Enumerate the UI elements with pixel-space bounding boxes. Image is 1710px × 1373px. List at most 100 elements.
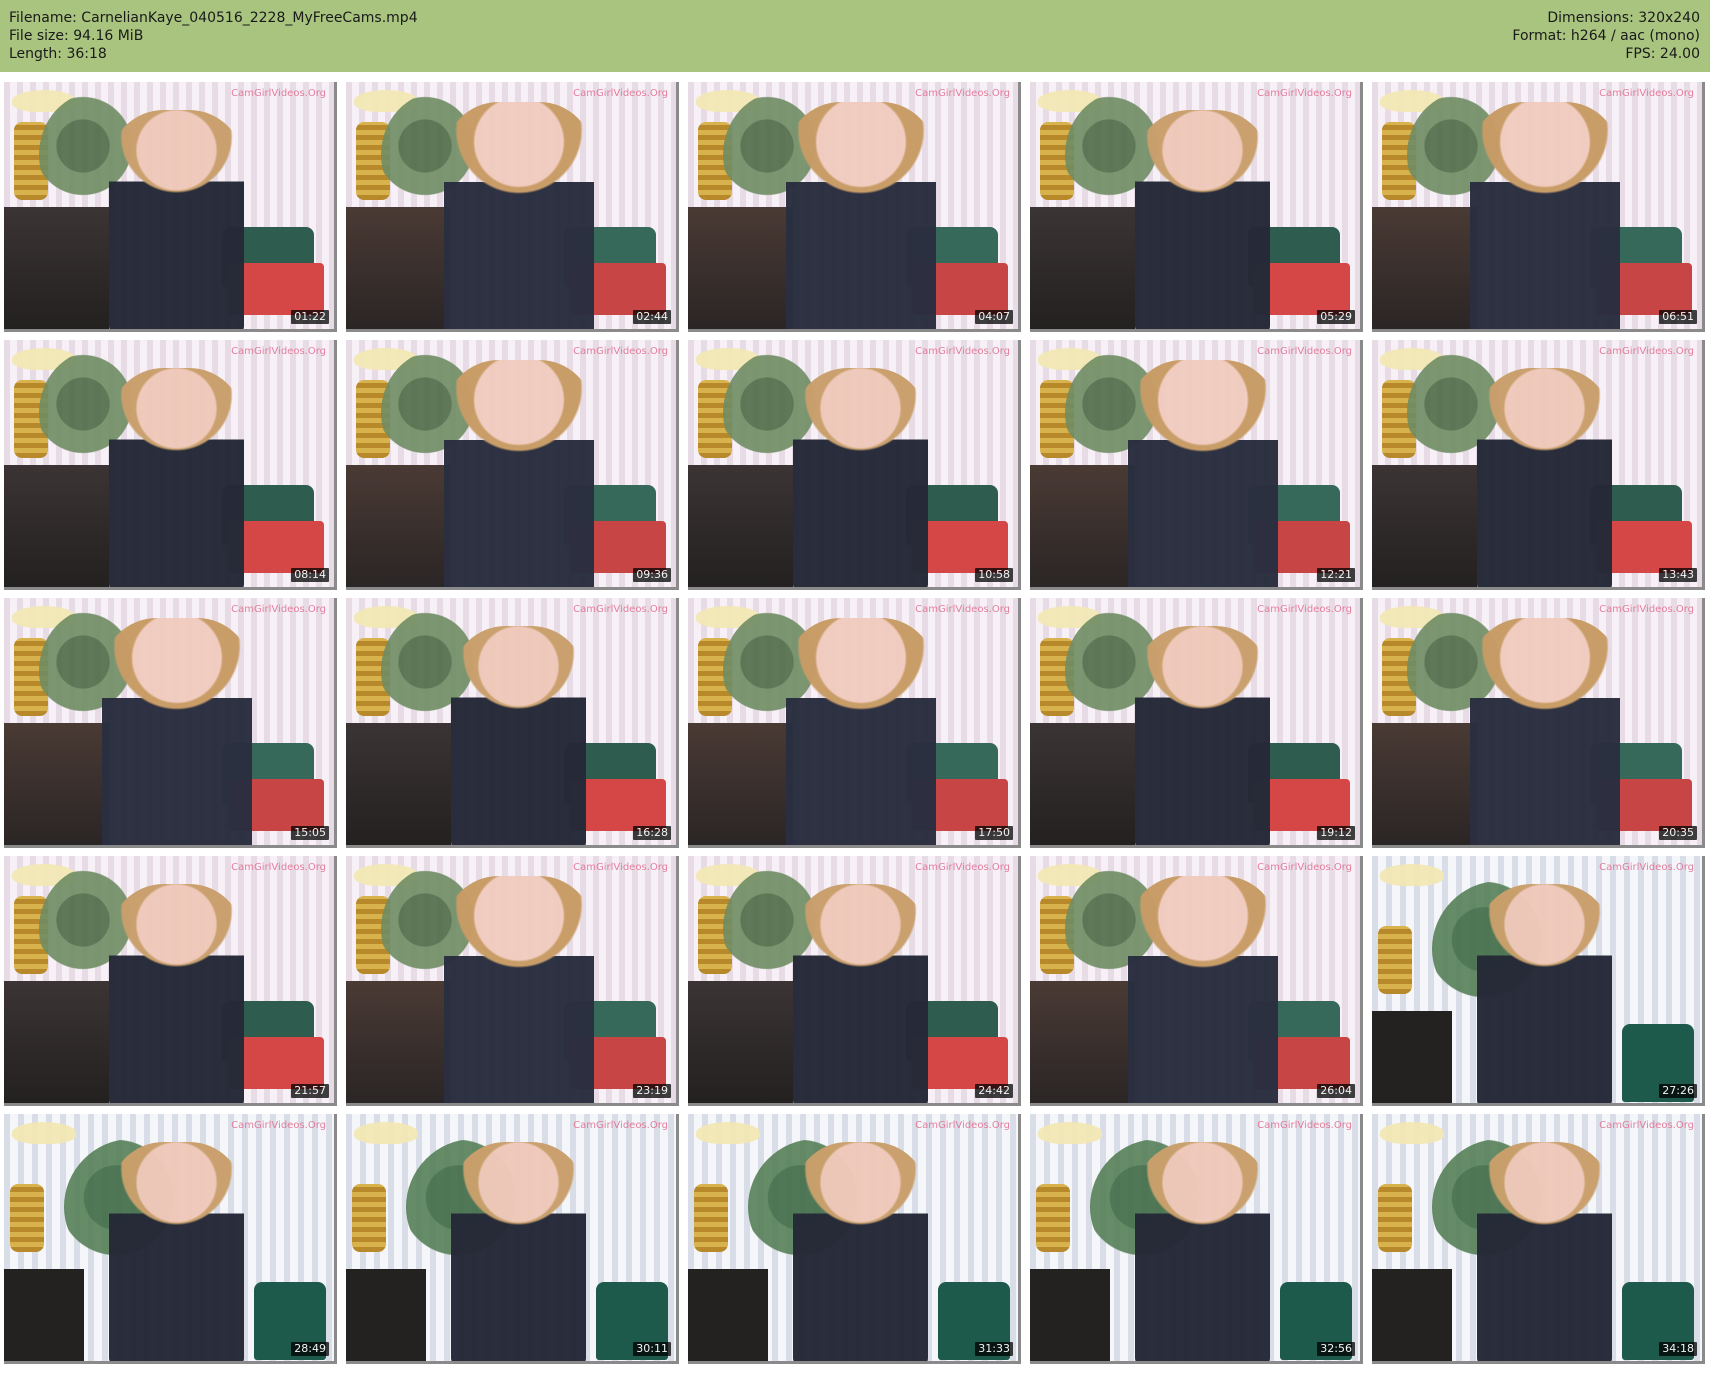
fps-text: FPS: 24.00 xyxy=(1625,46,1700,62)
thumbnail[interactable]: CamGirlVideos.Org 24:42 xyxy=(688,856,1021,1106)
thumbnail[interactable]: CamGirlVideos.Org 27:26 xyxy=(1372,856,1705,1106)
lamp-shape xyxy=(1380,864,1444,886)
timestamp-text: 24:42 xyxy=(975,1084,1013,1098)
thumbnail[interactable]: CamGirlVideos.Org 12:21 xyxy=(1030,340,1363,590)
watermark-text: CamGirlVideos.Org xyxy=(915,346,1010,357)
length-text: Length: 36:18 xyxy=(9,46,107,62)
thumbnail[interactable]: CamGirlVideos.Org 09:36 xyxy=(346,340,679,590)
lamp-shape xyxy=(1380,1122,1444,1144)
desk-shape xyxy=(4,723,109,845)
person-shape xyxy=(1477,1142,1612,1361)
desk-shape xyxy=(1030,723,1135,845)
info-header: Filename: CarnelianKaye_040516_2228_MyFr… xyxy=(0,0,1710,72)
person-shape xyxy=(451,1142,586,1361)
desk-shape xyxy=(346,207,451,329)
desk-shape xyxy=(688,1269,768,1361)
lantern-shape xyxy=(352,1184,386,1252)
thumbnail[interactable]: CamGirlVideos.Org 02:44 xyxy=(346,82,679,332)
filename-text: Filename: CarnelianKaye_040516_2228_MyFr… xyxy=(9,10,418,26)
thumbnail[interactable]: CamGirlVideos.Org 06:51 xyxy=(1372,82,1705,332)
thumbnail[interactable]: CamGirlVideos.Org 16:28 xyxy=(346,598,679,848)
desk-shape xyxy=(4,1269,84,1361)
watermark-text: CamGirlVideos.Org xyxy=(231,862,326,873)
watermark-text: CamGirlVideos.Org xyxy=(231,346,326,357)
lantern-shape xyxy=(694,1184,728,1252)
desk-shape xyxy=(346,465,451,587)
thumbnail[interactable]: CamGirlVideos.Org 28:49 xyxy=(4,1114,337,1364)
desk-shape xyxy=(4,207,109,329)
thumbnail[interactable]: CamGirlVideos.Org 20:35 xyxy=(1372,598,1705,848)
timestamp-text: 12:21 xyxy=(1317,568,1355,582)
thumbnail[interactable]: CamGirlVideos.Org 13:43 xyxy=(1372,340,1705,590)
timestamp-text: 21:57 xyxy=(291,1084,329,1098)
timestamp-text: 26:04 xyxy=(1317,1084,1355,1098)
timestamp-text: 15:05 xyxy=(291,826,329,840)
desk-shape xyxy=(1030,465,1135,587)
desk-shape xyxy=(688,465,793,587)
lantern-shape xyxy=(1378,926,1412,994)
watermark-text: CamGirlVideos.Org xyxy=(1257,1120,1352,1131)
thumbnail[interactable]: CamGirlVideos.Org 04:07 xyxy=(688,82,1021,332)
dimensions-text: Dimensions: 320x240 xyxy=(1547,10,1700,26)
file-meta-right: Dimensions: 320x240 Format: h264 / aac (… xyxy=(1512,9,1700,63)
desk-shape xyxy=(1372,465,1477,587)
desk-shape xyxy=(1030,207,1135,329)
timestamp-text: 34:18 xyxy=(1659,1342,1697,1356)
thumbnail[interactable]: CamGirlVideos.Org 21:57 xyxy=(4,856,337,1106)
person-shape xyxy=(1477,368,1612,587)
watermark-text: CamGirlVideos.Org xyxy=(1257,862,1352,873)
person-shape xyxy=(444,360,594,587)
watermark-text: CamGirlVideos.Org xyxy=(1257,88,1352,99)
person-shape xyxy=(444,876,594,1103)
desk-shape xyxy=(1372,1011,1452,1103)
person-shape xyxy=(109,884,244,1103)
thumbnail[interactable]: CamGirlVideos.Org 31:33 xyxy=(688,1114,1021,1364)
person-shape xyxy=(793,368,928,587)
desk-shape xyxy=(346,1269,426,1361)
timestamp-text: 04:07 xyxy=(975,310,1013,324)
thumbnail[interactable]: CamGirlVideos.Org 19:12 xyxy=(1030,598,1363,848)
timestamp-text: 08:14 xyxy=(291,568,329,582)
thumbnail[interactable]: CamGirlVideos.Org 15:05 xyxy=(4,598,337,848)
person-shape xyxy=(1128,360,1278,587)
desk-shape xyxy=(688,207,793,329)
person-shape xyxy=(1470,102,1620,329)
watermark-text: CamGirlVideos.Org xyxy=(573,88,668,99)
watermark-text: CamGirlVideos.Org xyxy=(1599,1120,1694,1131)
watermark-text: CamGirlVideos.Org xyxy=(1257,346,1352,357)
thumbnail[interactable]: CamGirlVideos.Org 30:11 xyxy=(346,1114,679,1364)
desk-shape xyxy=(1030,981,1135,1103)
thumbnail[interactable]: CamGirlVideos.Org 17:50 xyxy=(688,598,1021,848)
watermark-text: CamGirlVideos.Org xyxy=(573,862,668,873)
timestamp-text: 32:56 xyxy=(1317,1342,1355,1356)
timestamp-text: 23:19 xyxy=(633,1084,671,1098)
thumbnail[interactable]: CamGirlVideos.Org 23:19 xyxy=(346,856,679,1106)
timestamp-text: 19:12 xyxy=(1317,826,1355,840)
desk-shape xyxy=(688,981,793,1103)
watermark-text: CamGirlVideos.Org xyxy=(231,88,326,99)
person-shape xyxy=(793,884,928,1103)
timestamp-text: 06:51 xyxy=(1659,310,1697,324)
desk-shape xyxy=(1372,1269,1452,1361)
thumbnail[interactable]: CamGirlVideos.Org 08:14 xyxy=(4,340,337,590)
person-shape xyxy=(786,102,936,329)
lamp-shape xyxy=(1038,1122,1102,1144)
desk-shape xyxy=(1372,207,1477,329)
thumbnail[interactable]: CamGirlVideos.Org 01:22 xyxy=(4,82,337,332)
watermark-text: CamGirlVideos.Org xyxy=(1599,604,1694,615)
watermark-text: CamGirlVideos.Org xyxy=(231,1120,326,1131)
lamp-shape xyxy=(354,1122,418,1144)
timestamp-text: 30:11 xyxy=(633,1342,671,1356)
thumbnail[interactable]: CamGirlVideos.Org 05:29 xyxy=(1030,82,1363,332)
person-shape xyxy=(451,626,586,845)
lamp-shape xyxy=(12,1122,76,1144)
thumbnail[interactable]: CamGirlVideos.Org 34:18 xyxy=(1372,1114,1705,1364)
person-shape xyxy=(1470,618,1620,845)
person-shape xyxy=(1477,884,1612,1103)
person-shape xyxy=(1128,876,1278,1103)
thumbnail[interactable]: CamGirlVideos.Org 32:56 xyxy=(1030,1114,1363,1364)
thumbnail[interactable]: CamGirlVideos.Org 10:58 xyxy=(688,340,1021,590)
desk-shape xyxy=(346,723,451,845)
format-text: Format: h264 / aac (mono) xyxy=(1512,28,1700,44)
thumbnail[interactable]: CamGirlVideos.Org 26:04 xyxy=(1030,856,1363,1106)
